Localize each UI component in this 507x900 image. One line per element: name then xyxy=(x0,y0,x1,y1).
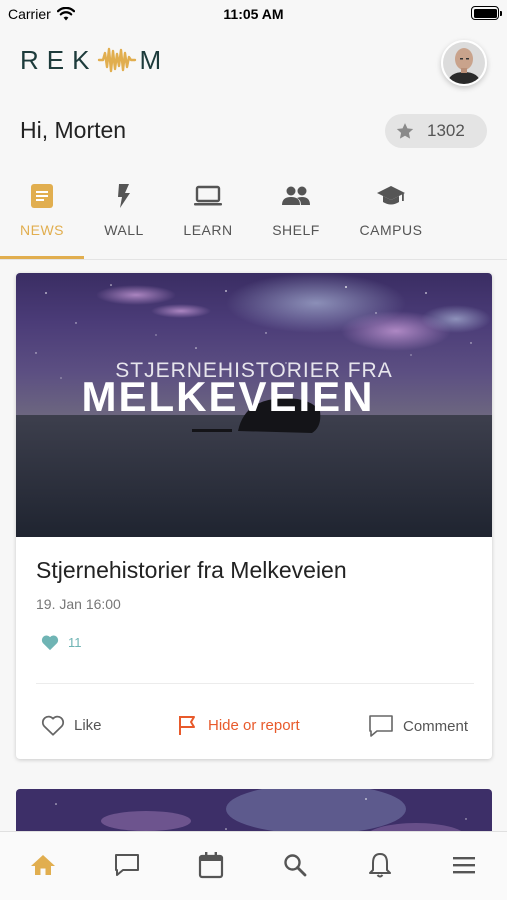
feed-card[interactable]: STJERNEHISTORIER FRA MELKEVEIEN Stjerneh… xyxy=(16,273,492,759)
avatar[interactable] xyxy=(441,40,487,86)
tabs-divider xyxy=(0,259,507,260)
card-image[interactable]: STJERNEHISTORIER FRA MELKEVEIEN xyxy=(16,273,492,537)
likes-count: 11 xyxy=(40,633,82,651)
points-value: 1302 xyxy=(427,121,465,140)
logo-text-left: REK xyxy=(20,44,98,75)
star-icon xyxy=(396,123,414,139)
nav-search[interactable] xyxy=(280,850,310,880)
news-icon xyxy=(31,184,53,208)
tab-label-wall: WALL xyxy=(104,222,144,238)
greeting-prefix: Hi, xyxy=(20,117,49,143)
logo-text-right: M xyxy=(139,44,170,75)
card-date: 19. Jan 16:00 xyxy=(36,596,121,612)
card-title[interactable]: Stjernehistorier fra Melkeveien xyxy=(36,557,347,584)
points-chip[interactable]: 1302 xyxy=(385,114,487,148)
battery-icon xyxy=(471,6,502,20)
greeting: Hi, Morten xyxy=(20,117,126,144)
like-button[interactable]: Like xyxy=(40,713,102,737)
comment-icon xyxy=(369,715,393,737)
heart-filled-icon xyxy=(41,635,59,651)
tab-label-shelf: SHELF xyxy=(272,222,320,238)
bell-icon xyxy=(369,853,391,878)
tab-label-learn: LEARN xyxy=(183,222,233,238)
tab-wall[interactable]: WALL xyxy=(84,178,164,260)
graduation-cap-icon xyxy=(377,186,405,205)
status-bar: Carrier 11:05 AM xyxy=(0,0,507,28)
logo-wave-icon xyxy=(98,47,137,73)
bottom-navigation xyxy=(0,831,507,900)
calendar-icon xyxy=(198,852,224,879)
menu-icon xyxy=(453,857,475,874)
report-label: Hide or report xyxy=(208,716,300,734)
tab-label-news: NEWS xyxy=(20,222,64,238)
laptop-icon xyxy=(194,185,222,206)
card-divider xyxy=(36,683,474,684)
status-time: 11:05 AM xyxy=(223,6,284,22)
home-icon xyxy=(31,855,55,875)
comment-button[interactable]: Comment xyxy=(367,713,468,739)
section-tabs: NEWS WALL LEARN SHELF CAMPUS xyxy=(0,178,507,260)
tab-learn[interactable]: LEARN xyxy=(164,178,252,260)
comment-label: Comment xyxy=(403,717,469,735)
nav-chat[interactable] xyxy=(112,850,142,880)
tab-shelf[interactable]: SHELF xyxy=(252,178,340,260)
like-label: Like xyxy=(74,716,102,734)
chat-icon xyxy=(115,854,139,876)
bolt-icon xyxy=(118,184,130,208)
tab-campus[interactable]: CAMPUS xyxy=(340,178,442,260)
user-name: Morten xyxy=(54,117,127,143)
search-icon xyxy=(284,854,307,877)
image-title-line2: MELKEVEIEN xyxy=(81,373,374,420)
heart-outline-icon xyxy=(41,715,65,736)
app-logo: REK M xyxy=(20,44,169,76)
hide-or-report-button[interactable]: Hide or report xyxy=(176,713,300,737)
nav-menu[interactable] xyxy=(449,850,479,880)
tab-news[interactable]: NEWS xyxy=(0,178,84,260)
nav-calendar[interactable] xyxy=(196,850,226,880)
nav-notifications[interactable] xyxy=(365,850,395,880)
tab-label-campus: CAMPUS xyxy=(359,222,423,238)
nav-home[interactable] xyxy=(28,850,58,880)
avatar-image xyxy=(443,42,485,84)
flag-icon xyxy=(179,716,195,735)
likes-value: 11 xyxy=(68,634,82,650)
people-icon xyxy=(282,186,310,205)
